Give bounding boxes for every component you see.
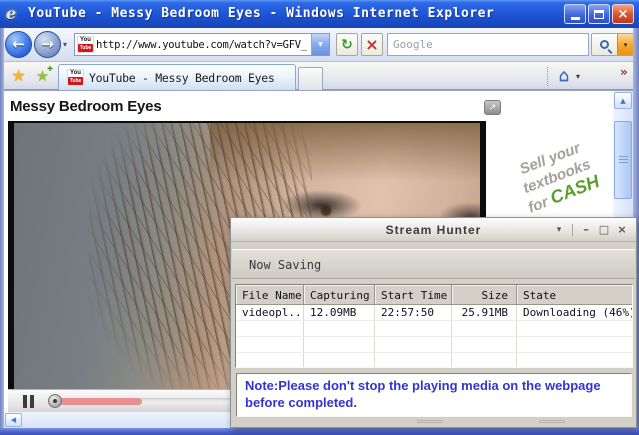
table-row-empty — [236, 337, 632, 353]
dialog-resize-grip[interactable] — [232, 418, 635, 426]
tab-favicon: You Tube — [67, 69, 84, 86]
seek-knob[interactable] — [48, 394, 62, 408]
toolbar-separator — [547, 67, 548, 86]
favorites-button[interactable]: ★ — [7, 64, 30, 87]
vertical-scroll-thumb[interactable] — [614, 121, 632, 199]
table-row-empty — [236, 321, 632, 337]
header-file-name[interactable]: File Name — [236, 285, 304, 304]
forward-button[interactable]: → — [34, 31, 61, 58]
cell-file-name: videopl... — [236, 305, 304, 320]
close-button[interactable]: × — [612, 4, 634, 24]
download-table: File Name Capturing Start Time Size Stat… — [235, 284, 633, 368]
stream-hunter-menu-button[interactable]: ▾ — [551, 218, 567, 242]
stream-hunter-window: Stream Hunter ▾ – □ × Now Saving File Na… — [230, 217, 637, 428]
stop-button[interactable]: × — [361, 33, 383, 56]
cell-start-time: 22:57:50 — [375, 305, 452, 320]
history-dropdown-icon[interactable]: ▾ — [63, 40, 67, 49]
header-capturing[interactable]: Capturing — [304, 285, 375, 304]
stream-hunter-titlebar[interactable]: Stream Hunter ▾ – □ × — [231, 218, 636, 242]
table-row[interactable]: videopl... 12.09MB 22:57:50 25.91MB Down… — [236, 305, 632, 321]
search-icon — [600, 40, 609, 49]
header-state[interactable]: State — [517, 285, 632, 304]
address-input[interactable] — [94, 38, 311, 51]
search-input[interactable] — [388, 34, 588, 55]
page-title: Messy Bedroom Eyes — [10, 98, 162, 115]
stream-hunter-maximize-button[interactable]: □ — [596, 218, 612, 242]
stream-hunter-close-button[interactable]: × — [614, 218, 630, 242]
control-separator — [572, 224, 573, 236]
scroll-left-button[interactable]: ◀ — [5, 413, 22, 427]
cell-size: 25.91MB — [452, 305, 517, 320]
minimize-button[interactable] — [564, 4, 586, 24]
search-box — [387, 33, 589, 56]
back-button[interactable]: ← — [5, 31, 32, 58]
tab-label: YouTube - Messy Bedroom Eyes — [89, 70, 275, 85]
note-text: Note:Please don't stop the playing media… — [236, 373, 632, 417]
address-dropdown-button[interactable]: ▾ — [311, 34, 329, 55]
popout-button[interactable]: ↗ — [484, 100, 501, 115]
address-bar: You Tube ▾ — [74, 33, 330, 56]
now-saving-label: Now Saving — [232, 249, 635, 279]
navigation-bar: ← → ▾ You Tube ▾ ↻ × ▾ — [0, 28, 639, 62]
window-titlebar[interactable]: e YouTube - Messy Bedroom Eyes - Windows… — [0, 0, 639, 28]
cell-state: Downloading (46%) — [523, 306, 632, 319]
youtube-favicon: You Tube — [77, 36, 94, 53]
ie-window: e YouTube - Messy Bedroom Eyes - Windows… — [0, 0, 639, 435]
ie-logo-icon: e — [6, 4, 17, 23]
new-tab-button[interactable] — [298, 67, 323, 90]
stream-hunter-minimize-button[interactable]: – — [578, 218, 594, 242]
scroll-up-button[interactable]: ▲ — [614, 92, 632, 109]
table-row-empty — [236, 353, 632, 367]
window-border-bottom — [0, 428, 639, 435]
plus-icon: + — [47, 64, 53, 75]
header-size[interactable]: Size — [452, 285, 517, 304]
tab-bar: ★ ★ + You Tube YouTube - Messy Bedroom Ey… — [0, 62, 639, 90]
ad-text: Sell your textbooks for CASH — [517, 139, 603, 217]
toolbar-more-button[interactable]: » — [620, 66, 628, 78]
seek-loaded-bar — [58, 398, 142, 405]
window-title: YouTube - Messy Bedroom Eyes - Windows I… — [28, 6, 495, 21]
home-button[interactable]: ⌂ — [553, 65, 575, 87]
search-button[interactable]: ▾ — [591, 33, 634, 56]
home-dropdown-icon[interactable]: ▾ — [576, 72, 580, 81]
refresh-button[interactable]: ↻ — [336, 33, 358, 56]
maximize-button[interactable] — [588, 4, 610, 24]
pause-button[interactable] — [17, 394, 39, 409]
search-dropdown-icon[interactable]: ▾ — [617, 34, 633, 55]
tab-youtube[interactable]: You Tube YouTube - Messy Bedroom Eyes — [58, 64, 296, 90]
table-header-row: File Name Capturing Start Time Size Stat… — [236, 285, 632, 305]
add-favorite-button[interactable]: ★ + — [31, 64, 54, 87]
header-start-time[interactable]: Start Time — [375, 285, 452, 304]
minimize-icon — [570, 17, 580, 20]
maximize-icon — [594, 9, 604, 19]
cell-capturing: 12.09MB — [304, 305, 375, 320]
